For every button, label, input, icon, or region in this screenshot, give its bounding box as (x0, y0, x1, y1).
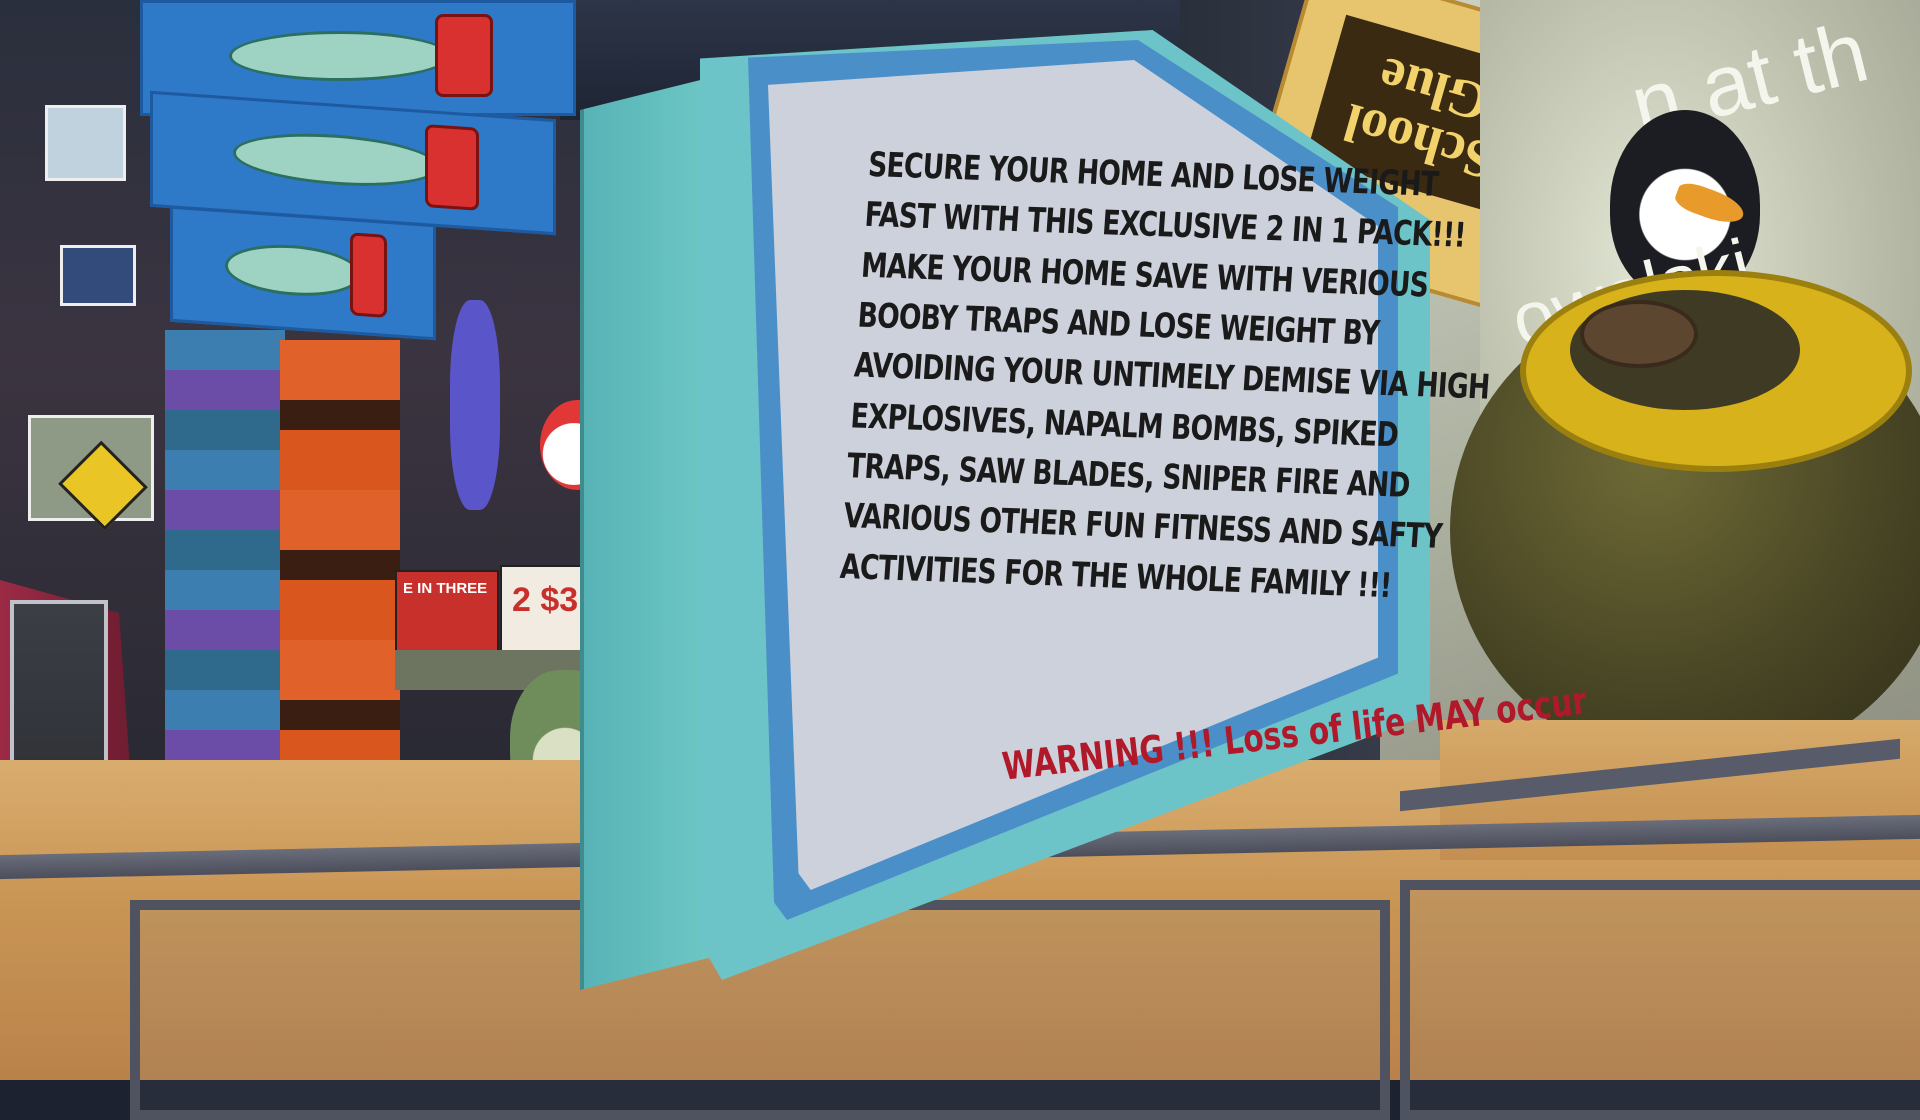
photo-frame (45, 105, 126, 181)
meme-cube-bottom (170, 205, 436, 341)
photo-frame (60, 245, 136, 306)
poster-ad-2for3-text: 2 $3 (512, 581, 579, 619)
plush-figure (450, 300, 500, 510)
bomb-cap (1580, 300, 1698, 368)
product-description: SECURE YOUR HOME AND LOSE WEIGHT FAST WI… (838, 140, 1491, 610)
poster-ad-three-text: E IN THREE (403, 580, 488, 597)
display-case-right (1400, 880, 1920, 1120)
poster-ad-three: E IN THREE (395, 570, 499, 654)
